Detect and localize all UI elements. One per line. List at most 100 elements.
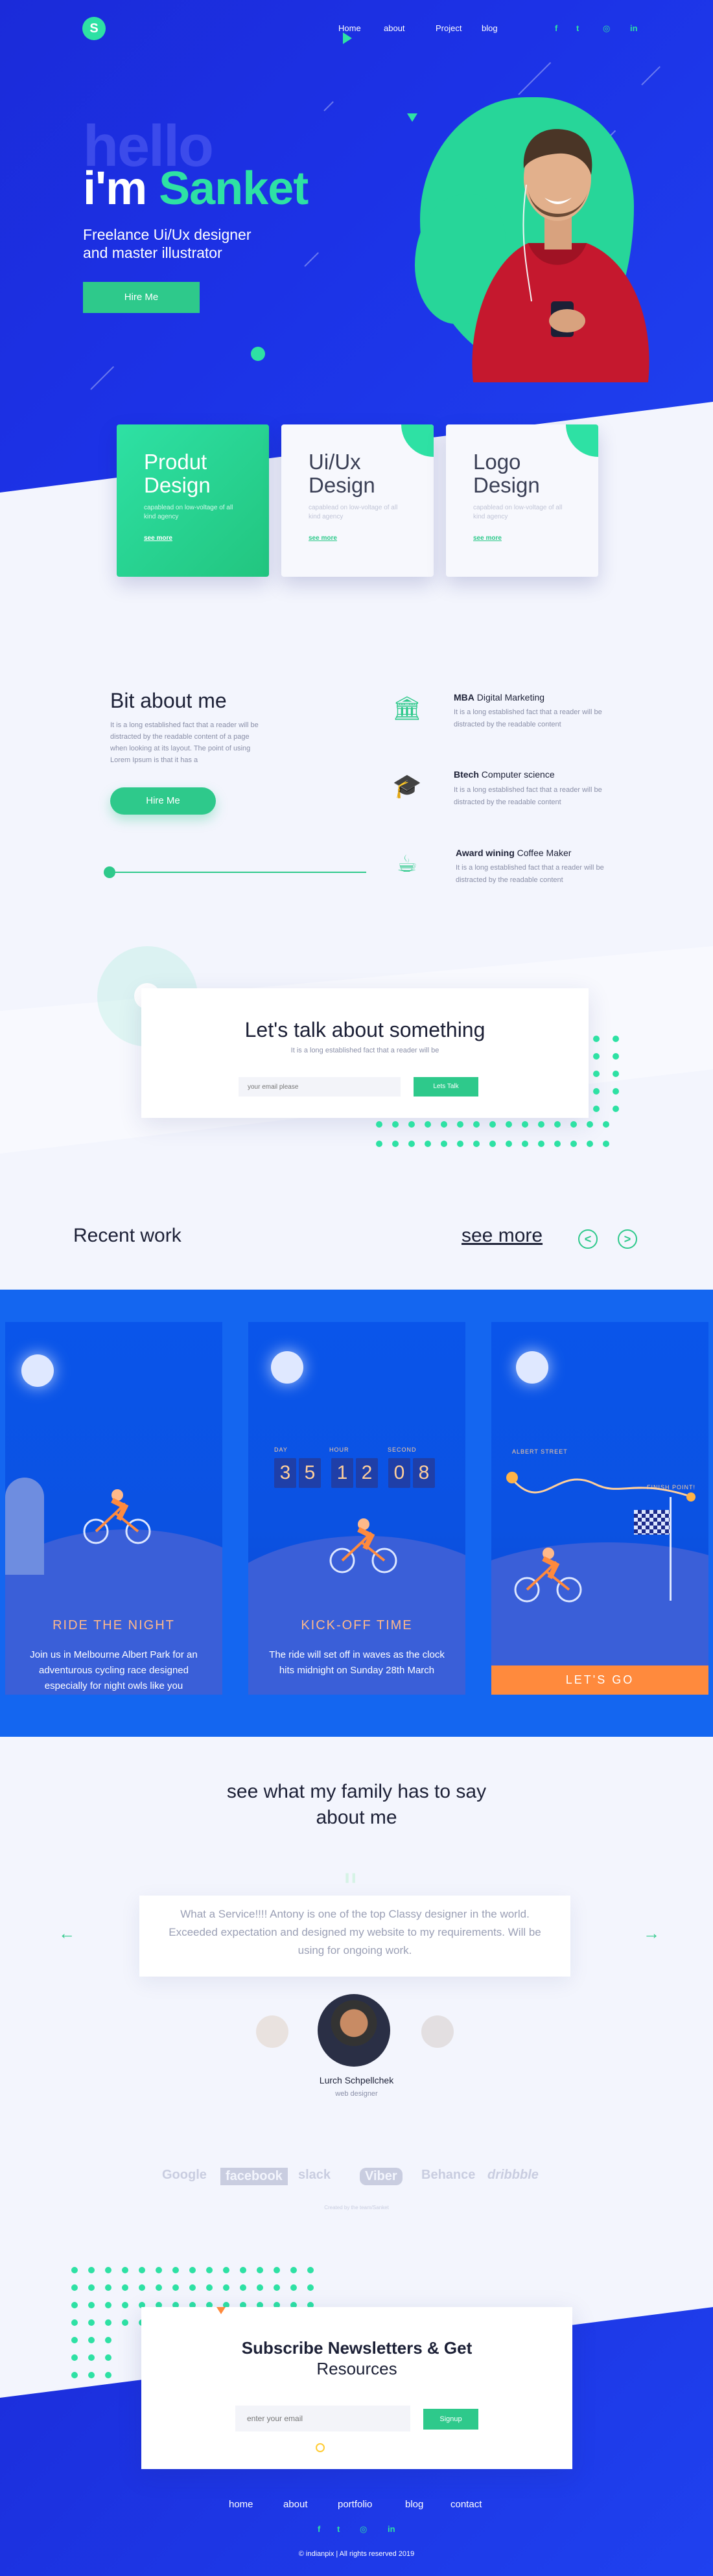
progress-handle[interactable] bbox=[104, 866, 115, 878]
decor-dot bbox=[71, 2319, 78, 2326]
card-corner bbox=[401, 424, 434, 457]
signup-button[interactable]: Signup bbox=[423, 2409, 478, 2430]
timer-label: SECOND bbox=[388, 1446, 417, 1453]
see-more-link[interactable]: see more bbox=[144, 535, 172, 542]
testimonial-prev-arrow-icon[interactable]: ← bbox=[58, 1923, 75, 1944]
decor-dot bbox=[554, 1121, 561, 1128]
moon-icon bbox=[21, 1354, 54, 1387]
twitter-icon[interactable]: t bbox=[576, 23, 579, 33]
footer-facebook-icon[interactable]: f bbox=[318, 2524, 320, 2534]
footer-nav-about[interactable]: about bbox=[283, 2499, 308, 2510]
email-input[interactable] bbox=[239, 1077, 401, 1097]
cyclist-illustration bbox=[329, 1518, 397, 1573]
decor-dot bbox=[105, 2284, 111, 2291]
work-see-more-link[interactable]: see more bbox=[462, 1225, 543, 1247]
hire-me-button[interactable]: Hire Me bbox=[83, 282, 200, 313]
footer-nav-contact[interactable]: contact bbox=[450, 2499, 482, 2510]
facebook-icon[interactable]: f bbox=[555, 23, 557, 33]
decor-triangle bbox=[407, 113, 417, 122]
avatar[interactable] bbox=[421, 2015, 454, 2048]
decor-dot bbox=[290, 2284, 297, 2291]
linkedin-icon[interactable]: in bbox=[630, 23, 638, 33]
newsletter-email-input[interactable] bbox=[235, 2406, 410, 2431]
client-logo-dribbble: dribbble bbox=[487, 2168, 539, 2182]
decor-dot bbox=[88, 2302, 95, 2308]
footer-linkedin-icon[interactable]: in bbox=[388, 2524, 395, 2534]
decor-dot bbox=[593, 1036, 600, 1042]
work-card-ride-night[interactable]: RIDE THE NIGHT Join us in Melbourne Albe… bbox=[5, 1322, 222, 1695]
about-hire-me-button[interactable]: Hire Me bbox=[110, 787, 216, 815]
avatar[interactable] bbox=[256, 2015, 288, 2048]
nav-home[interactable]: Home bbox=[338, 23, 361, 33]
nav-blog[interactable]: blog bbox=[482, 23, 498, 33]
finish-flag-icon bbox=[634, 1510, 670, 1535]
decor-dot bbox=[274, 2284, 280, 2291]
service-card-uiux[interactable]: Ui/Ux Design capablead on low-voltage of … bbox=[281, 424, 434, 577]
logo[interactable]: S bbox=[82, 17, 106, 40]
decor-dot bbox=[522, 1141, 528, 1147]
decor-dot bbox=[613, 1053, 619, 1060]
service-card-logo[interactable]: Logo Design capablead on low-voltage of a… bbox=[446, 424, 598, 577]
work-card-lets-go[interactable]: ALBERT STREET FINISH POINT! LET'S GO bbox=[491, 1322, 708, 1695]
decor-dot bbox=[240, 2284, 246, 2291]
testimonial-next-arrow-icon[interactable]: → bbox=[643, 1923, 660, 1944]
decor-dot bbox=[538, 1141, 544, 1147]
nav-about[interactable]: about bbox=[384, 23, 405, 33]
decor-dot bbox=[457, 1141, 463, 1147]
decor-dot bbox=[105, 2354, 111, 2361]
talk-title: Let's talk about something bbox=[244, 1018, 485, 1041]
footer-nav-blog[interactable]: blog bbox=[405, 2499, 423, 2510]
edu-desc: It is a long established fact that a rea… bbox=[454, 708, 602, 728]
moon-icon bbox=[271, 1351, 303, 1384]
avatar-active[interactable] bbox=[318, 1994, 390, 2067]
lets-talk-button[interactable]: Lets Talk bbox=[414, 1077, 478, 1097]
see-more-link[interactable]: see more bbox=[309, 535, 337, 542]
university-icon: 🏛 bbox=[392, 695, 422, 721]
timer-label: HOUR bbox=[329, 1446, 349, 1453]
decor-dot bbox=[408, 1121, 415, 1128]
decor-dot bbox=[489, 1141, 496, 1147]
nav-project[interactable]: Project bbox=[436, 23, 462, 33]
card-corner bbox=[566, 424, 598, 457]
decor-dot bbox=[425, 1121, 431, 1128]
client-logo-facebook: facebook bbox=[220, 2168, 288, 2185]
decor-dot bbox=[122, 2319, 128, 2326]
dribbble-icon[interactable]: ◎ bbox=[603, 23, 610, 34]
service-title: Produt Design bbox=[144, 450, 211, 497]
decor-dot bbox=[88, 2319, 95, 2326]
about-title: Bit about me bbox=[110, 689, 227, 712]
decor-dot bbox=[408, 1141, 415, 1147]
card-title: KICK-OFF TIME bbox=[301, 1618, 413, 1632]
decor-dot bbox=[587, 1141, 593, 1147]
rock bbox=[5, 1478, 44, 1575]
decor-dot bbox=[156, 2284, 162, 2291]
work-title: Recent work bbox=[73, 1225, 181, 1246]
decor-dot bbox=[603, 1121, 609, 1128]
decor-dot bbox=[189, 2284, 196, 2291]
decor-dot bbox=[71, 2354, 78, 2361]
decor-dot bbox=[392, 1141, 399, 1147]
decor-dot bbox=[376, 1141, 382, 1147]
decor-dot bbox=[473, 1141, 480, 1147]
footer-nav-portfolio[interactable]: portfolio bbox=[338, 2499, 372, 2510]
edu-item-mba: MBA Digital Marketing bbox=[454, 692, 545, 702]
lets-go-button[interactable]: LET'S GO bbox=[491, 1665, 708, 1695]
decor-dot bbox=[603, 1141, 609, 1147]
decor-dot bbox=[441, 1121, 447, 1128]
card-body: The ride will set off in waves as the cl… bbox=[269, 1649, 445, 1676]
footer-twitter-icon[interactable]: t bbox=[337, 2524, 340, 2534]
decor-dot bbox=[307, 2284, 314, 2291]
decor-dot bbox=[593, 1106, 600, 1112]
decor-dot bbox=[307, 2267, 314, 2273]
work-card-kickoff[interactable]: DAY HOUR SECOND 3 5 1 2 0 8 KICK-OFF TIM… bbox=[248, 1322, 465, 1695]
decor-dot bbox=[587, 1121, 593, 1128]
prev-arrow-icon[interactable]: < bbox=[578, 1229, 598, 1249]
next-arrow-icon[interactable]: > bbox=[618, 1229, 637, 1249]
service-card-product[interactable]: Produt Design capablead on low-voltage of… bbox=[117, 424, 269, 577]
footer-nav-home[interactable]: home bbox=[229, 2499, 253, 2510]
countdown-timer: 3 5 1 2 0 8 bbox=[274, 1458, 443, 1488]
decor-dot bbox=[613, 1071, 619, 1077]
footer-dribbble-icon[interactable]: ◎ bbox=[360, 2524, 367, 2535]
client-logo-google: Google bbox=[162, 2168, 207, 2182]
see-more-link[interactable]: see more bbox=[473, 535, 502, 542]
